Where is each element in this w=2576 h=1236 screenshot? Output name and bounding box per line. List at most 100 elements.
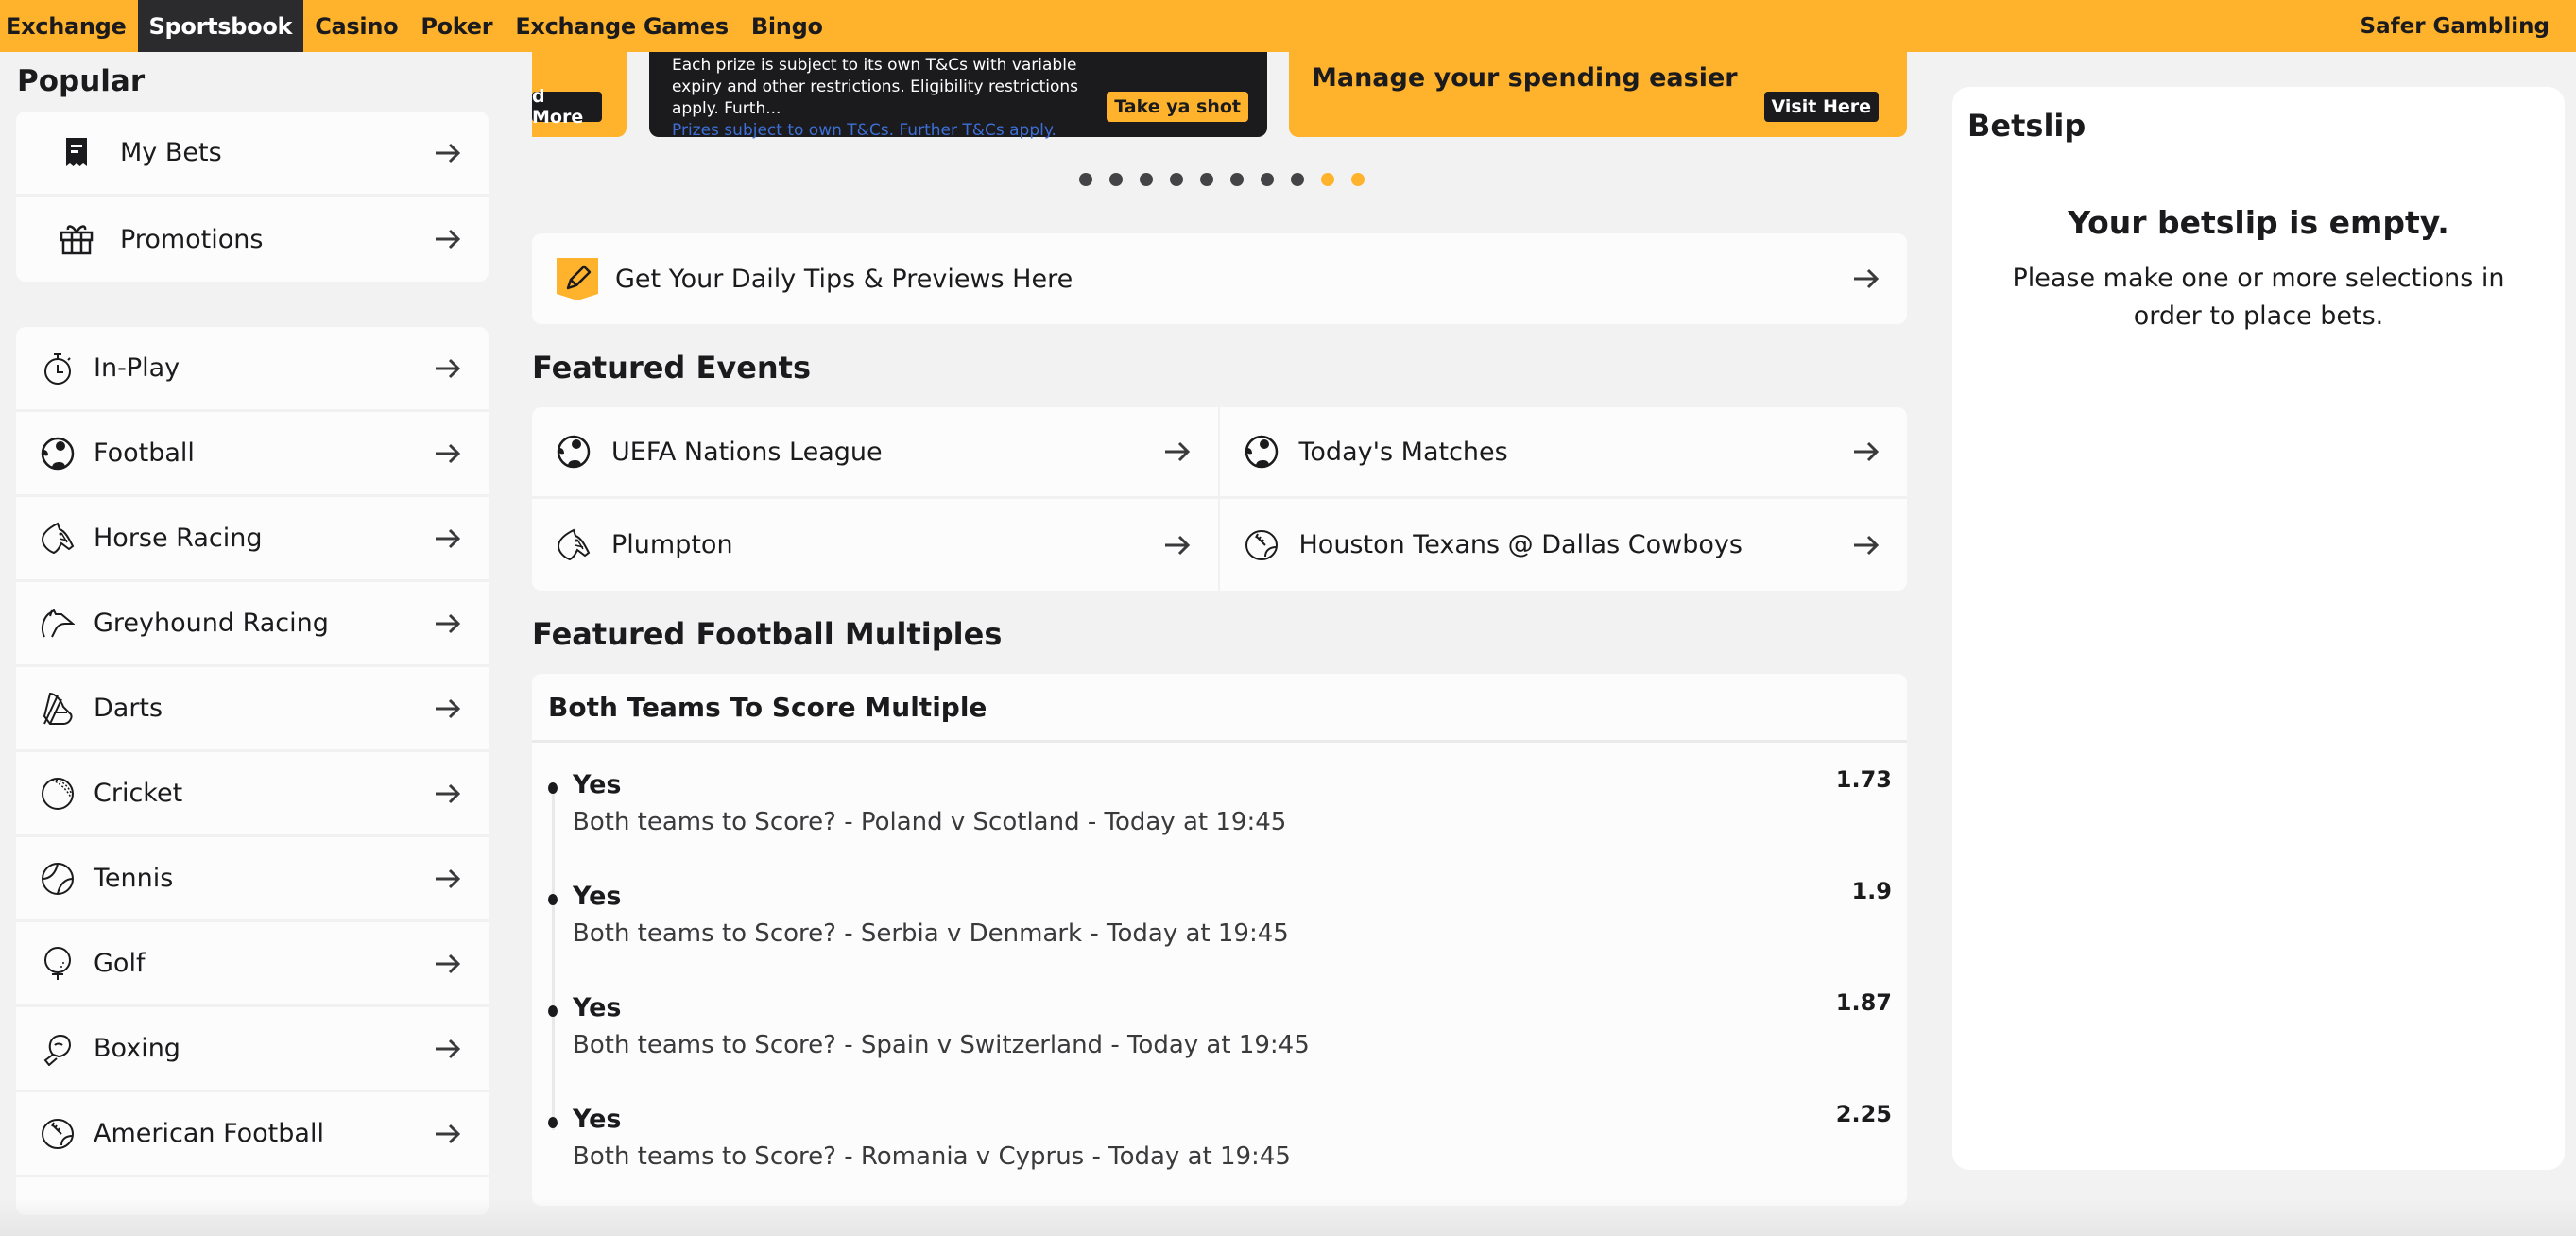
daily-tips-link[interactable]: Get Your Daily Tips & Previews Here	[532, 233, 1907, 324]
sidebar-item-label: My Bets	[120, 138, 222, 167]
football-icon	[41, 437, 75, 471]
horse-icon	[41, 522, 75, 556]
featured-event-texans-cowboys[interactable]: Houston Texans @ Dallas Cowboys	[1220, 499, 1908, 591]
sidebar-item-label: In-Play	[94, 353, 180, 383]
featured-event-uefa-nations-league[interactable]: UEFA Nations League	[532, 407, 1220, 499]
leg-bullet	[548, 894, 558, 905]
carousel-dot[interactable]	[1199, 173, 1213, 186]
sidebar-item-darts[interactable]: Darts	[16, 667, 489, 752]
carousel-dot[interactable]	[1350, 173, 1365, 186]
arrow-right-icon	[1164, 441, 1190, 462]
sidebar-item-football[interactable]: Football	[16, 412, 489, 497]
sidebar-item-horse-racing[interactable]: Horse Racing	[16, 497, 489, 582]
promo-carousel: d More Each prize is subject to its own …	[532, 52, 1907, 140]
sidebar-item-label: Tennis	[94, 864, 174, 893]
nav-casino[interactable]: Casino	[303, 0, 409, 52]
arrow-right-icon	[436, 358, 461, 378]
sidebar-item-golf[interactable]: Golf	[16, 922, 489, 1007]
leg-odds[interactable]: 2.25	[1836, 1101, 1892, 1127]
arrow-right-icon	[436, 783, 461, 803]
product-nav: Exchange Sportsbook Casino Poker Exchang…	[0, 0, 834, 52]
leg-description: Both teams to Score? - Spain v Switzerla…	[573, 1031, 1310, 1059]
arrow-right-icon	[436, 953, 461, 973]
visit-here-button[interactable]: Visit Here	[1763, 92, 1879, 122]
leg-selection: Yes	[573, 770, 622, 799]
carousel-dot[interactable]	[1078, 173, 1092, 186]
multiple-leg: Yes Both teams to Score? - Serbia v Denm…	[548, 878, 1892, 989]
promo-banner-middle[interactable]: Each prize is subject to its own T&Cs wi…	[649, 52, 1267, 140]
betslip-empty-title: Your betslip is empty.	[2068, 204, 2449, 241]
promo-banner-left[interactable]: d More	[532, 52, 627, 137]
leg-selection: Yes	[573, 1105, 622, 1134]
top-nav-bar: Exchange Sportsbook Casino Poker Exchang…	[0, 0, 2576, 52]
multiple-title: Both Teams To Score Multiple	[532, 674, 1907, 743]
betslip-title: Betslip	[1967, 108, 2087, 144]
sidebar-item-label: Golf	[94, 949, 146, 978]
leg-description: Both teams to Score? - Romania v Cyprus …	[573, 1142, 1291, 1171]
sidebar-item-label: Darts	[94, 694, 163, 723]
event-label: Today's Matches	[1298, 437, 1508, 467]
nav-exchange-games[interactable]: Exchange Games	[504, 0, 740, 52]
cricket-ball-icon	[41, 777, 75, 811]
sidebar-item-cricket[interactable]: Cricket	[16, 752, 489, 837]
arrow-right-icon	[436, 229, 461, 249]
arrow-right-icon	[436, 613, 461, 633]
sports-card: In-Play Football Horse Racing Greyhound …	[16, 327, 489, 1215]
sidebar-item-boxing[interactable]: Boxing	[16, 1007, 489, 1092]
carousel-dot[interactable]	[1108, 173, 1123, 186]
football-icon	[557, 435, 591, 469]
nav-poker[interactable]: Poker	[409, 0, 504, 52]
arrow-right-icon	[1164, 535, 1190, 555]
leg-bullet	[548, 1005, 558, 1017]
stopwatch-icon	[41, 352, 75, 386]
carousel-dots	[532, 173, 1907, 186]
multiple-leg: Yes Both teams to Score? - Poland v Scot…	[548, 766, 1892, 878]
sidebar-item-label: Boxing	[94, 1034, 180, 1063]
sidebar-item-label: Cricket	[94, 779, 183, 808]
sidebar-item-promotions[interactable]: Promotions	[16, 197, 489, 282]
featured-event-todays-matches[interactable]: Today's Matches	[1219, 407, 1907, 499]
arrow-right-icon	[436, 1124, 461, 1143]
promo-banner-right[interactable]: Manage your spending easier Visit Here	[1289, 52, 1907, 137]
american-football-icon	[1245, 529, 1278, 560]
daily-tips-label: Get Your Daily Tips & Previews Here	[615, 264, 1073, 294]
leg-selection: Yes	[573, 882, 622, 911]
leg-odds[interactable]: 1.87	[1836, 989, 1892, 1016]
nav-sportsbook[interactable]: Sportsbook	[137, 0, 304, 52]
arrow-right-icon	[436, 1039, 461, 1058]
carousel-dot[interactable]	[1169, 173, 1183, 186]
carousel-dot[interactable]	[1139, 173, 1153, 186]
arrow-right-icon	[436, 528, 461, 548]
leg-odds[interactable]: 1.9	[1851, 878, 1892, 904]
sidebar-item-tennis[interactable]: Tennis	[16, 837, 489, 922]
featured-events-grid: UEFA Nations League Today's Matches Plum…	[532, 407, 1907, 591]
gift-icon	[60, 222, 94, 256]
featured-multiples-heading: Featured Football Multiples	[532, 616, 1003, 652]
popular-heading: Popular	[17, 64, 146, 98]
sidebar-item-american-football[interactable]: American Football	[16, 1092, 489, 1177]
boxing-glove-icon	[41, 1032, 75, 1066]
carousel-dot[interactable]	[1320, 173, 1334, 186]
carousel-dot[interactable]	[1290, 173, 1304, 186]
leg-bullet	[548, 1117, 558, 1128]
sidebar-item-label: Promotions	[120, 224, 264, 254]
sidebar-item-greyhound-racing[interactable]: Greyhound Racing	[16, 582, 489, 667]
nav-exchange[interactable]: Exchange	[0, 0, 138, 52]
carousel-dot[interactable]	[1260, 173, 1274, 186]
promo-terms-link[interactable]: Prizes subject to own T&Cs. Further T&Cs…	[672, 120, 1245, 142]
safer-gambling-link[interactable]: Safer Gambling	[2361, 0, 2576, 52]
sidebar-item-my-bets[interactable]: My Bets	[16, 112, 489, 197]
nav-bingo[interactable]: Bingo	[740, 0, 834, 52]
featured-event-plumpton[interactable]: Plumpton	[532, 499, 1220, 591]
leg-selection: Yes	[573, 993, 622, 1022]
carousel-dot[interactable]	[1229, 173, 1244, 186]
take-ya-shot-button[interactable]: Take ya shot	[1107, 92, 1248, 122]
read-more-button[interactable]: d More	[532, 86, 602, 128]
event-label: Plumpton	[611, 530, 733, 559]
left-sidebar: Popular My Bets Promotions In-Play Footb…	[16, 52, 489, 1236]
leg-odds[interactable]: 1.73	[1836, 766, 1892, 793]
arrow-right-icon	[1854, 268, 1880, 289]
golf-ball-icon	[41, 946, 75, 981]
sidebar-item-in-play[interactable]: In-Play	[16, 327, 489, 412]
arrow-right-icon	[436, 868, 461, 888]
